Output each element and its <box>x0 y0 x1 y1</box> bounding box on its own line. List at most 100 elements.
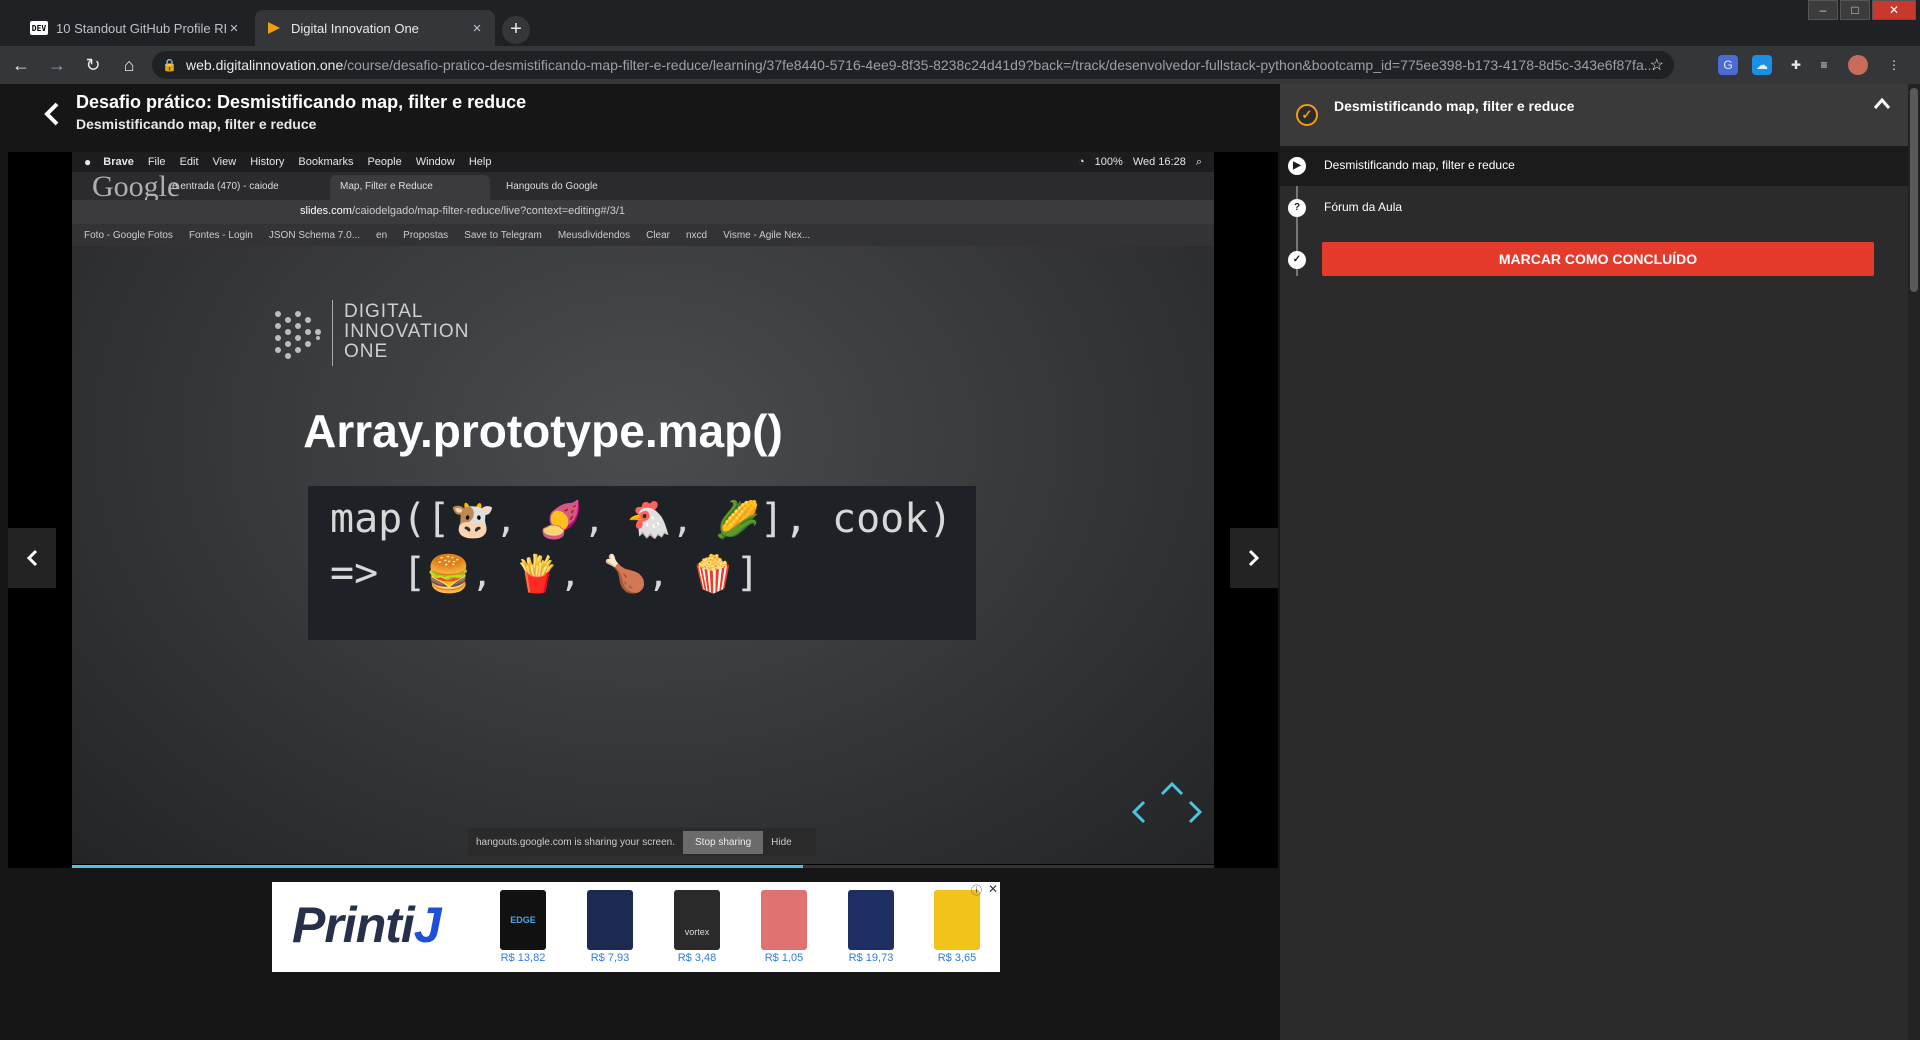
code-emoji: 🍔, 🍟, 🍗, 🍿 <box>426 554 736 595</box>
product-image: vortex <box>674 890 720 950</box>
reload-icon[interactable]: ↻ <box>78 50 108 80</box>
puzzle-extensions-icon[interactable]: ✚ <box>1786 55 1806 75</box>
inner-tab: e entrada (470) - caiode <box>172 181 279 192</box>
product-image <box>761 890 807 950</box>
back-arrow-icon[interactable]: ← <box>6 50 36 80</box>
menu-kebab-icon[interactable]: ⋮ <box>1884 55 1904 75</box>
browser-toolbar: ← → ↻ ⌂ 🔒 web.digitalinnovation.one/cour… <box>0 46 1920 84</box>
inner-address-bar: slides.com/caiodelgado/map-filter-reduce… <box>72 200 1214 224</box>
apple-logo-icon: ● <box>84 155 92 169</box>
lesson-item-label: Fórum da Aula <box>1324 200 1403 214</box>
lesson-item-video[interactable]: ▶ Desmistificando map, filter e reduce <box>1280 146 1908 186</box>
mark-complete-button[interactable]: MARCAR COMO CONCLUÍDO <box>1322 242 1874 276</box>
forward-arrow-icon[interactable]: → <box>42 50 72 80</box>
reading-list-icon[interactable]: ≡ <box>1814 55 1834 75</box>
inner-bookmarks-bar: Foto - Google Fotos Fontes - Login JSON … <box>72 224 1214 246</box>
code-line-1: map([🐮, 🍠, 🐔, 🌽], cook) <box>330 496 952 542</box>
code-text: => [ <box>330 550 427 596</box>
product-image <box>934 890 980 950</box>
lock-icon: 🔒 <box>162 58 177 72</box>
code-emoji: 🐮, 🍠, 🐔, 🌽 <box>450 500 760 541</box>
page-scrollbar[interactable] <box>1908 84 1920 1040</box>
translate-extension-icon[interactable]: G <box>1718 55 1738 75</box>
brand-text: Printi <box>292 897 415 953</box>
cloud-extension-icon[interactable]: ☁ <box>1752 55 1772 75</box>
inner-mac-menubar: ● Brave File Edit View History Bookmarks… <box>72 152 1214 172</box>
wifi-icon: ◔ <box>1078 156 1085 168</box>
back-chevron-icon[interactable] <box>42 100 66 128</box>
chevron-left-icon <box>26 549 38 567</box>
screen-share-bar: hangouts.google.com is sharing your scre… <box>468 828 816 856</box>
inner-browser-tabs: e entrada (470) - caiode Map, Filter e R… <box>72 172 1214 200</box>
share-text: hangouts.google.com is sharing your scre… <box>476 836 676 848</box>
checkmark-icon: ✓ <box>1288 251 1306 269</box>
logo-line: ONE <box>344 341 389 362</box>
dio-dots-icon <box>275 311 321 359</box>
lesson-item-label: Desmistificando map, filter e reduce <box>1324 158 1515 172</box>
menu-item: People <box>367 156 402 168</box>
ad-product[interactable]: EDGE R$ 13,82 <box>492 890 554 964</box>
clock: Wed 16:28 <box>1132 156 1186 168</box>
ad-close-icon[interactable]: ✕ <box>988 882 998 896</box>
scrollbar-thumb[interactable] <box>1910 88 1918 292</box>
battery-percent: 100% <box>1094 156 1123 168</box>
url-path: /course/desafio-pratico-desmistificando-… <box>343 57 1656 73</box>
new-tab-button[interactable]: + <box>502 16 530 44</box>
menu-item: Edit <box>179 156 199 168</box>
window-close-icon[interactable]: ✕ <box>1872 0 1916 20</box>
chevron-up-icon[interactable] <box>1872 94 1892 120</box>
menu-item: History <box>250 156 285 168</box>
ad-product[interactable]: R$ 3,65 <box>926 890 988 964</box>
inner-tab: Map, Filter e Reduce <box>330 175 490 200</box>
tab-dev-to[interactable]: DEV 10 Standout GitHub Profile READ × <box>20 10 252 46</box>
logo-divider <box>332 300 333 366</box>
product-price: R$ 1,05 <box>764 952 804 964</box>
menu-item: View <box>212 156 237 168</box>
bookmark-star-icon[interactable]: ☆ <box>1650 55 1664 75</box>
address-bar[interactable]: 🔒 web.digitalinnovation.one/course/desaf… <box>152 51 1674 79</box>
tab-title: 10 Standout GitHub Profile READ <box>56 20 226 36</box>
ad-product[interactable]: R$ 7,93 <box>579 890 641 964</box>
bookmark: Foto - Google Fotos <box>84 229 173 241</box>
menu-item: Window <box>415 156 455 168</box>
window-controls: – □ ✕ <box>1806 0 1916 22</box>
profile-avatar[interactable] <box>1848 55 1868 75</box>
next-lesson-button[interactable] <box>1230 528 1278 588</box>
advertisement-banner[interactable]: PrintiJ EDGE R$ 13,82 R$ 7,93 vortex R$ … <box>272 882 1000 972</box>
ad-product[interactable]: R$ 19,73 <box>840 890 902 964</box>
module-title: Desmistificando map, filter e reduce <box>1334 98 1575 114</box>
close-tab-icon[interactable]: × <box>226 20 242 37</box>
dev-favicon-icon: DEV <box>30 21 48 35</box>
stop-sharing-button: Stop sharing <box>683 830 764 854</box>
ad-brand-logo: PrintiJ <box>292 896 442 954</box>
close-tab-icon[interactable]: × <box>469 20 485 37</box>
previous-lesson-button[interactable] <box>8 528 56 588</box>
ad-product[interactable]: vortex R$ 3,48 <box>666 890 728 964</box>
code-text: ], cook) <box>759 496 953 542</box>
ad-info-icon[interactable]: ⓘ <box>971 882 982 898</box>
code-text: map([ <box>330 496 451 542</box>
check-badge-icon: ✓ <box>1296 104 1318 126</box>
lesson-item-forum[interactable]: ? Fórum da Aula <box>1280 188 1908 228</box>
home-icon[interactable]: ⌂ <box>114 50 144 80</box>
product-label: EDGE <box>510 915 536 925</box>
menu-item: File <box>147 156 166 168</box>
bookmark: Meusdividendos <box>557 229 631 241</box>
logo-line: DIGITAL <box>344 301 424 322</box>
bookmark: Visme - Agile Nex... <box>723 229 811 241</box>
module-header[interactable]: ✓ Desmistificando map, filter e reduce <box>1280 84 1908 146</box>
dio-favicon-icon <box>265 21 283 35</box>
minimize-icon[interactable]: – <box>1808 0 1838 20</box>
video-player[interactable]: ● Brave File Edit View History Bookmarks… <box>8 152 1278 868</box>
ad-product[interactable]: R$ 1,05 <box>753 890 815 964</box>
lesson-header: Desafio prático: Desmistificando map, fi… <box>0 84 1280 148</box>
browser-tabstrip: DEV 10 Standout GitHub Profile READ × Di… <box>0 0 1920 46</box>
video-frame[interactable]: ● Brave File Edit View History Bookmarks… <box>72 152 1214 864</box>
tab-digital-innovation-one[interactable]: Digital Innovation One × <box>255 10 495 46</box>
maximize-icon[interactable]: □ <box>1840 0 1870 20</box>
inner-tab: Hangouts do Google <box>506 181 598 192</box>
video-progress-bar[interactable] <box>72 865 1214 868</box>
bookmark: nxcd <box>686 229 708 241</box>
menu-item: Brave <box>103 156 134 168</box>
google-watermark: Google <box>92 170 181 203</box>
